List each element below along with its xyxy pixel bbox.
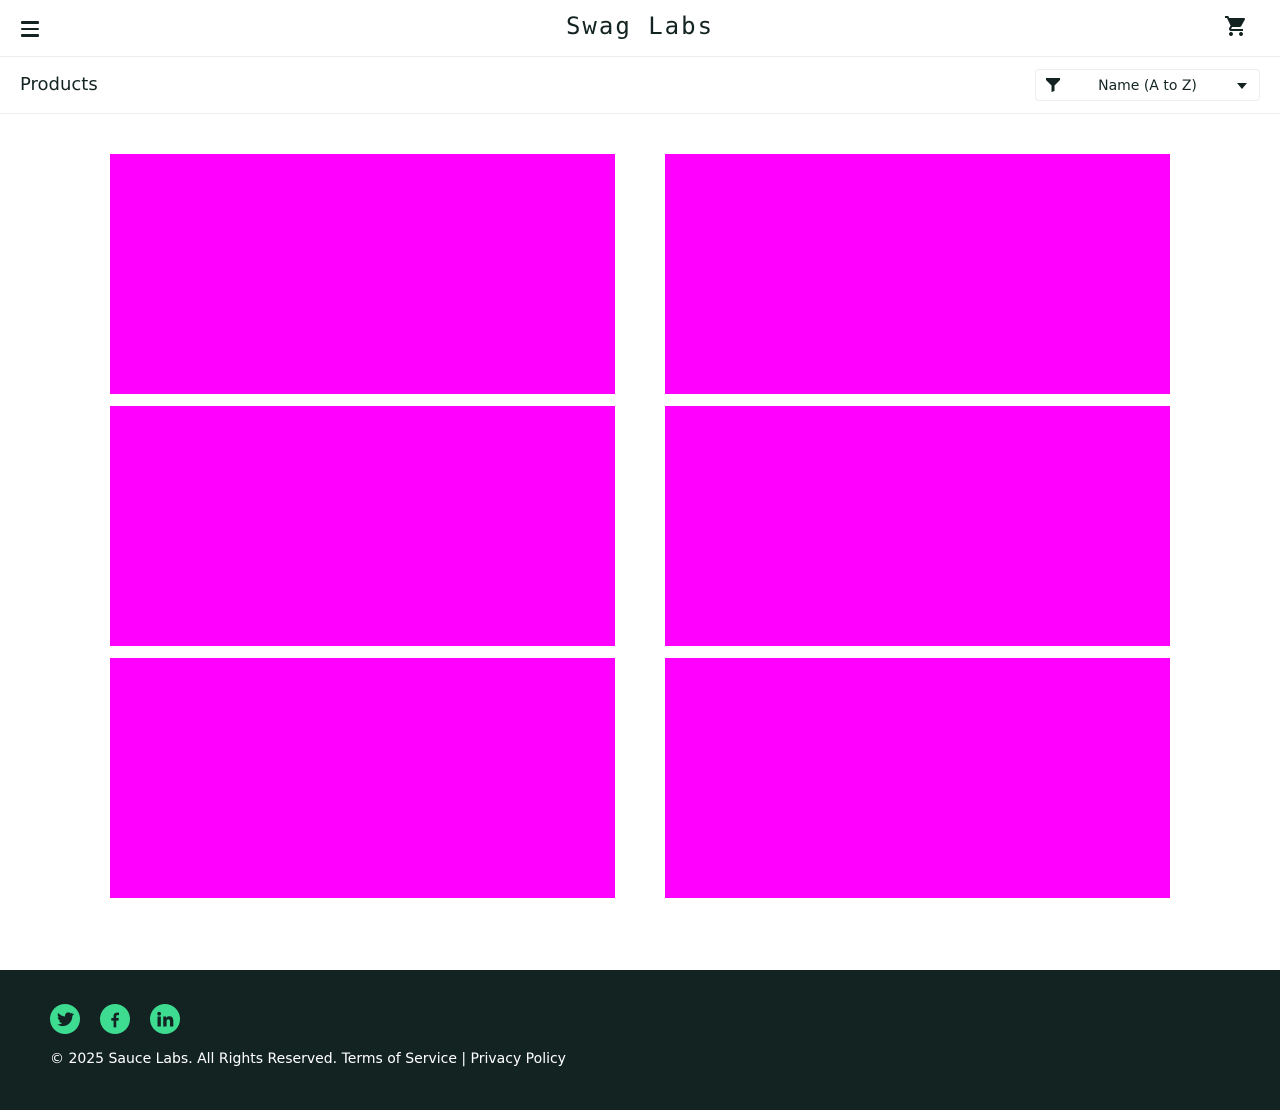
chevron-down-icon <box>1237 83 1247 89</box>
primary-header: Swag Labs <box>0 0 1280 57</box>
product-image-placeholder[interactable] <box>665 154 1170 394</box>
product-image-placeholder[interactable] <box>110 658 615 898</box>
filter-icon <box>1046 78 1060 92</box>
footer: © 2025 Sauce Labs. All Rights Reserved. … <box>0 970 1280 1110</box>
product-sort-dropdown[interactable]: Name (A to Z) <box>1035 69 1260 101</box>
shopping-cart-button[interactable] <box>1224 14 1248 38</box>
twitter-icon <box>57 1012 75 1027</box>
linkedin-link[interactable] <box>150 1004 180 1034</box>
product-image-placeholder[interactable] <box>665 658 1170 898</box>
product-image-placeholder[interactable] <box>665 406 1170 646</box>
product-image-placeholder[interactable] <box>110 154 615 394</box>
facebook-icon <box>111 1012 119 1028</box>
product-image-placeholder[interactable] <box>110 406 615 646</box>
sort-selected-value: Name (A to Z) <box>1098 78 1197 94</box>
app-logo: Swag Labs <box>565 12 715 40</box>
facebook-link[interactable] <box>100 1004 130 1034</box>
shopping-cart-icon <box>1225 16 1246 36</box>
linkedin-icon <box>157 1011 174 1027</box>
inventory-list <box>110 154 1170 898</box>
secondary-header: Products Name (A to Z) <box>0 57 1280 114</box>
page-title: Products <box>20 74 98 95</box>
twitter-link[interactable] <box>50 1004 80 1034</box>
footer-copyright: © 2025 Sauce Labs. All Rights Reserved. … <box>50 1051 566 1067</box>
